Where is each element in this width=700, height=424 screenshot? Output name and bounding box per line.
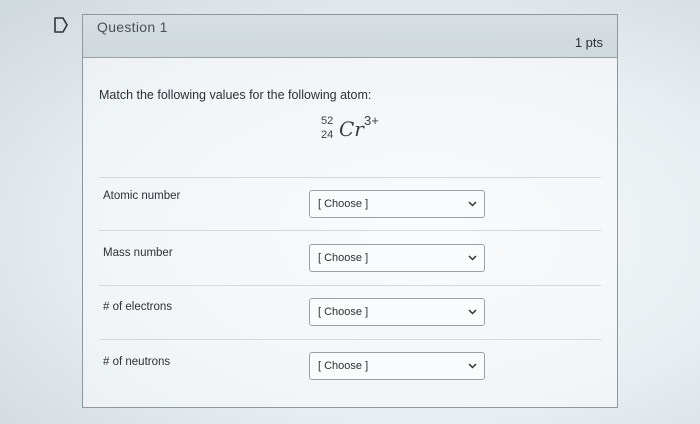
question-prompt: Match the following values for the follo… [99,88,372,102]
question-header: Question 1 1 pts [83,15,617,58]
points-value: 1 pts [574,35,603,50]
divider [99,285,601,286]
divider [99,339,601,340]
row-label-electrons: # of electrons [103,301,173,313]
row-label-mass-number: Mass number [103,247,173,259]
mass-number: 52 [321,115,334,127]
chevron-down-icon [468,309,477,315]
question-panel: Question 1 1 pts Match the following val… [82,14,618,408]
divider [99,177,601,178]
row-label-atomic-number: Atomic number [103,190,181,202]
atomic-number-select[interactable]: [ Choose ] [309,190,485,218]
row-label-neutrons: # of neutrons [103,356,171,368]
question-title: Question 1 [97,19,168,35]
ion-charge: 3+ [364,113,379,128]
divider [99,230,601,231]
mass-number-select[interactable]: [ Choose ] [309,244,485,272]
select-value: [ Choose ] [318,360,369,372]
select-value: [ Choose ] [318,252,369,264]
chevron-down-icon [468,201,477,207]
chevron-down-icon [468,255,477,261]
select-value: [ Choose ] [318,306,369,318]
element-symbol: Cr [339,117,364,141]
electrons-select[interactable]: [ Choose ] [309,298,485,326]
atom-formula: 52 24 Cr 3+ [321,111,431,163]
atomic-number: 24 [321,129,334,141]
neutrons-select[interactable]: [ Choose ] [309,352,485,380]
select-value: [ Choose ] [318,198,369,210]
bookmark-flag-icon[interactable] [52,16,70,34]
chevron-down-icon [468,363,477,369]
